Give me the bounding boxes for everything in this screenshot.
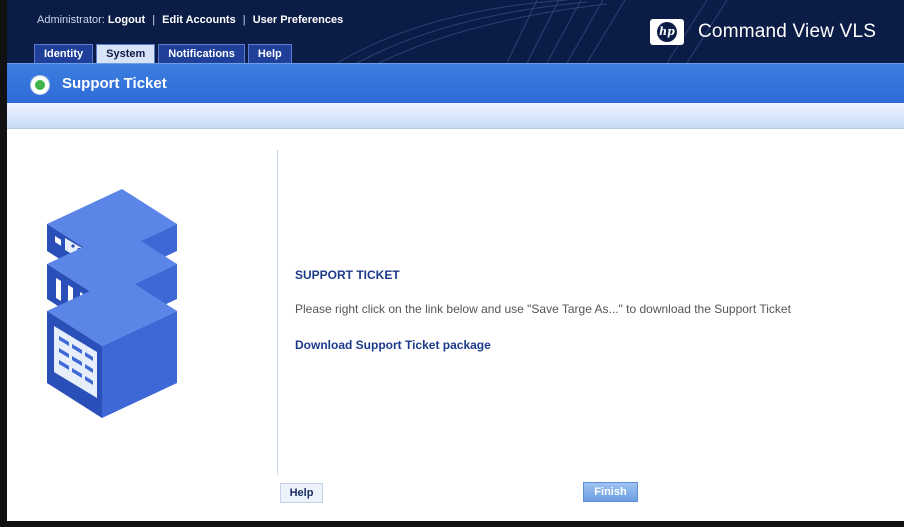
separator: |	[152, 14, 156, 26]
separator: |	[242, 14, 246, 26]
user-preferences-link[interactable]: User Preferences	[253, 14, 344, 26]
finish-button[interactable]: Finish	[583, 482, 638, 502]
hp-logo-text: hp	[657, 22, 677, 42]
support-ticket-panel: SUPPORT TICKET Please right click on the…	[295, 268, 895, 354]
header-bar: Administrator: Logout | Edit Accounts | …	[7, 0, 904, 63]
brand: hp Command View VLS	[650, 18, 876, 46]
tab-identity[interactable]: Identity	[34, 44, 94, 63]
page-title: Support Ticket	[62, 75, 167, 92]
admin-links: Administrator: Logout | Edit Accounts | …	[37, 14, 343, 26]
edit-accounts-link[interactable]: Edit Accounts	[162, 14, 236, 26]
section-heading: SUPPORT TICKET	[295, 268, 400, 282]
download-support-ticket-link[interactable]: Download Support Ticket package	[295, 338, 491, 352]
app-window: Administrator: Logout | Edit Accounts | …	[0, 0, 904, 527]
server-stack-icon	[47, 189, 177, 418]
toolbar-strip	[7, 103, 904, 129]
tab-notifications[interactable]: Notifications	[158, 44, 245, 63]
green-status-icon	[31, 76, 49, 94]
page-title-bar: Support Ticket	[7, 63, 904, 103]
tab-help[interactable]: Help	[247, 44, 292, 63]
instruction-text: Please right click on the link below and…	[295, 302, 791, 316]
logout-link[interactable]: Logout	[108, 14, 145, 26]
tab-system[interactable]: System	[96, 44, 156, 63]
admin-prefix: Administrator:	[37, 14, 105, 26]
product-name: Command View VLS	[698, 21, 877, 42]
content-divider	[277, 150, 278, 475]
help-button[interactable]: Help	[280, 483, 323, 503]
hp-logo: hp	[650, 19, 684, 45]
main-tabs: Identity System Notifications Help	[34, 44, 292, 63]
